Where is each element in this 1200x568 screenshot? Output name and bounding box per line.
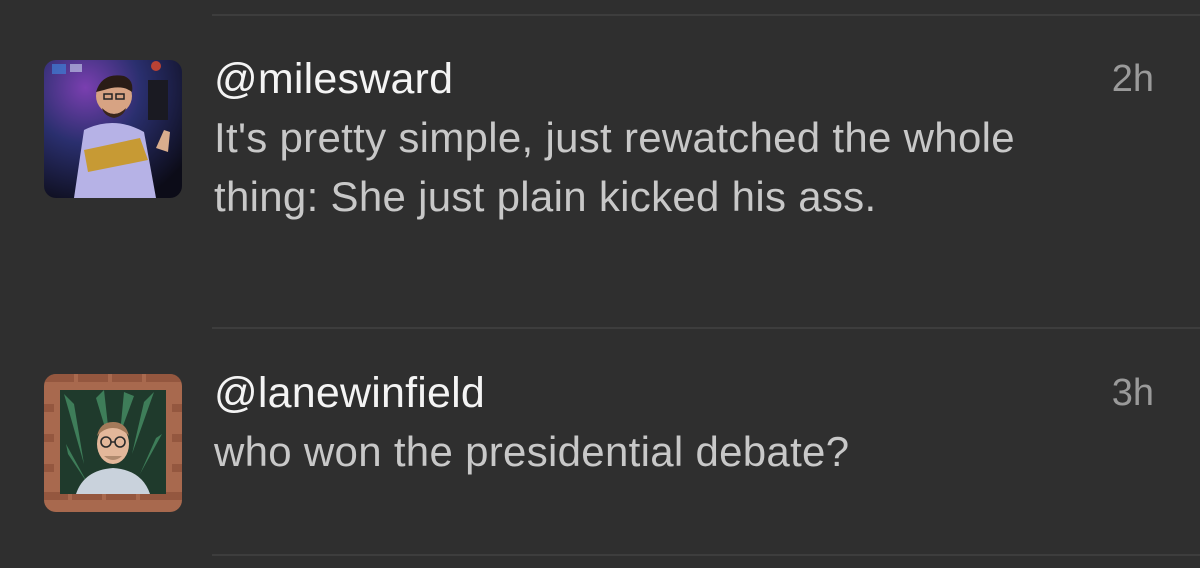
musician-photo-avatar-icon [44,60,182,198]
tweet-item[interactable]: @lanewinfield 3h who won the presidentia… [0,330,1200,556]
divider-bottom [212,554,1200,556]
tweet-timestamp: 3h [1111,372,1154,414]
tweet-handle[interactable]: @lanewinfield [214,368,485,418]
tweet-handle[interactable]: @milesward [214,54,453,104]
tweet-timestamp: 2h [1111,58,1154,100]
avatar[interactable] [44,374,182,512]
timeline: @milesward 2h It's pretty simple, just r… [0,0,1200,568]
tweet-item[interactable]: @milesward 2h It's pretty simple, just r… [0,0,1200,328]
tweet-text: It's pretty simple, just rewatched the w… [214,114,1015,220]
divider-middle [212,327,1200,329]
man-with-glasses-photo-avatar-icon [44,374,182,512]
avatar[interactable] [44,60,182,198]
tweet-text: who won the presidential debate? [214,428,850,475]
